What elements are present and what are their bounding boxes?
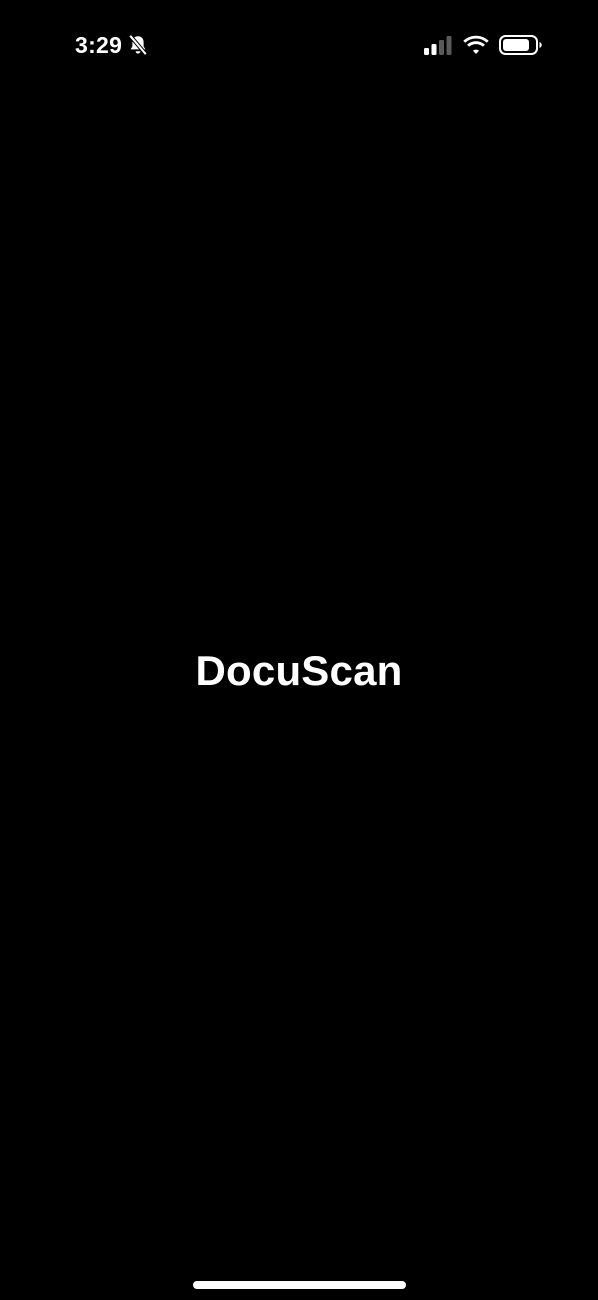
home-indicator[interactable]	[193, 1281, 406, 1289]
status-left: 3:29	[75, 28, 148, 62]
status-time: 3:29	[75, 32, 123, 58]
battery-icon	[499, 34, 543, 56]
splash-screen: 3:29 DocuScan	[0, 0, 598, 1300]
wifi-icon	[463, 35, 489, 55]
status-right	[423, 30, 543, 60]
app-title: DocuScan	[195, 647, 403, 694]
cellular-signal-icon	[423, 34, 453, 56]
bell-slash-icon	[128, 34, 148, 56]
status-bar: 3:29	[0, 0, 598, 90]
